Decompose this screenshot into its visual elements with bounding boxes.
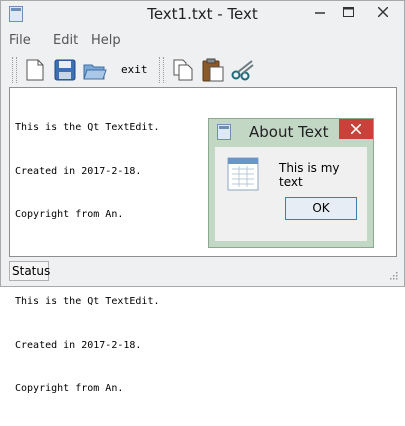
toolbar-grip[interactable] (12, 57, 17, 83)
paste-icon (202, 58, 224, 82)
editor-line: Created in 2017-2-18. (15, 165, 142, 177)
editor-line: This is the Qt TextEdit. (15, 122, 160, 133)
save-button[interactable] (51, 56, 79, 84)
editor-line: Copyright from An. (15, 209, 124, 220)
ok-button[interactable]: OK (285, 197, 357, 220)
menu-file[interactable]: File (9, 33, 31, 48)
editor-line: Copyright from An. (15, 383, 124, 394)
minimize-icon (315, 12, 325, 14)
open-folder-icon (83, 64, 107, 80)
editor-line: This is the Qt TextEdit. (15, 296, 160, 307)
scissors-icon (231, 60, 254, 81)
dialog-close-button[interactable] (339, 119, 373, 139)
close-icon (378, 7, 388, 17)
cut-button[interactable] (229, 56, 257, 84)
close-button[interactable] (362, 1, 404, 23)
copy-button[interactable] (169, 56, 197, 84)
menu-help[interactable]: Help (91, 33, 121, 48)
dialog-message: This is my text (279, 161, 340, 189)
new-file-button[interactable] (21, 56, 49, 84)
menu-edit[interactable]: Edit (53, 33, 78, 48)
open-button[interactable] (81, 56, 109, 84)
new-document-icon (26, 59, 44, 81)
copy-icon (173, 59, 193, 81)
about-dialog: About Text This is my text OK (208, 118, 374, 248)
minimize-button[interactable] (306, 1, 334, 23)
dialog-app-icon (217, 124, 231, 140)
toolbar-grip-2[interactable] (159, 57, 164, 83)
title-bar[interactable]: Text1.txt - Text (1, 1, 404, 29)
floppy-disk-icon (54, 59, 76, 81)
toolbar: exit (1, 53, 404, 87)
status-label: Status (9, 261, 50, 281)
paste-button[interactable] (199, 56, 227, 84)
maximize-button[interactable] (334, 1, 362, 23)
resize-grip-icon[interactable] (390, 272, 398, 280)
editor-line: Created in 2017-2-18. (15, 339, 142, 351)
dialog-body: This is my text OK (215, 147, 367, 241)
menu-bar: File Edit Help (1, 31, 404, 51)
document-icon (227, 157, 259, 191)
exit-button[interactable]: exit (121, 63, 148, 76)
dialog-title: About Text (249, 123, 329, 141)
close-icon (351, 124, 361, 134)
status-bar: Status (1, 259, 404, 286)
maximize-icon (342, 7, 354, 17)
